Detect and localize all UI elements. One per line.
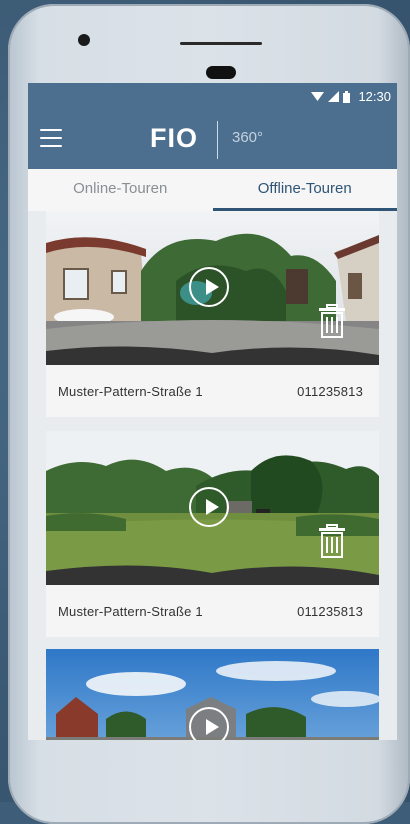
trash-icon[interactable] — [318, 524, 346, 558]
wifi-icon — [311, 92, 325, 101]
front-camera — [78, 34, 90, 46]
clock: 12:30 — [358, 89, 391, 104]
speaker-grille — [180, 42, 262, 45]
tour-panorama-image[interactable] — [46, 211, 379, 365]
play-icon[interactable] — [189, 487, 229, 527]
app-logo: FIO — [150, 123, 198, 153]
menu-icon[interactable] — [40, 129, 62, 147]
tab-bar: Online-Touren Offline-Touren — [28, 169, 397, 211]
tour-panorama-image[interactable] — [46, 431, 379, 585]
app-screen: 12:30 FIO 360° Online-Touren Offline-Tou… — [28, 83, 397, 740]
tour-list[interactable]: Muster-Pattern-Straße 1 011235813 Muster… — [28, 211, 397, 740]
tour-name: Muster-Pattern-Straße 1 — [58, 383, 203, 399]
tour-caption: Muster-Pattern-Straße 1 011235813 — [46, 365, 379, 417]
tour-number: 011235813 — [297, 603, 363, 619]
tour-caption: Muster-Pattern-Straße 1 011235813 — [46, 585, 379, 637]
signal-icon — [328, 91, 340, 102]
play-icon[interactable] — [189, 267, 229, 307]
logo-subtitle: 360° — [232, 129, 264, 146]
play-icon[interactable] — [189, 707, 229, 740]
tour-card[interactable]: Muster-Pattern-Straße 1 011235813 — [46, 211, 379, 417]
battery-icon — [343, 90, 351, 103]
logo-divider — [217, 121, 218, 159]
tour-number: 011235813 — [297, 383, 363, 399]
tour-panorama-image[interactable] — [46, 649, 379, 740]
app-bar: FIO 360° — [28, 111, 397, 169]
tab-offline-tours[interactable]: Offline-Touren — [212, 169, 398, 211]
earpiece — [206, 66, 236, 79]
tour-name: Muster-Pattern-Straße 1 — [58, 603, 203, 619]
trash-icon[interactable] — [318, 304, 346, 338]
status-bar: 12:30 — [28, 83, 397, 111]
status-icons: 12:30 — [311, 89, 391, 104]
tour-card[interactable]: Muster-Pattern-Straße 1 011235813 — [46, 431, 379, 637]
tab-online-tours[interactable]: Online-Touren — [28, 169, 213, 211]
tour-card[interactable] — [46, 649, 379, 740]
